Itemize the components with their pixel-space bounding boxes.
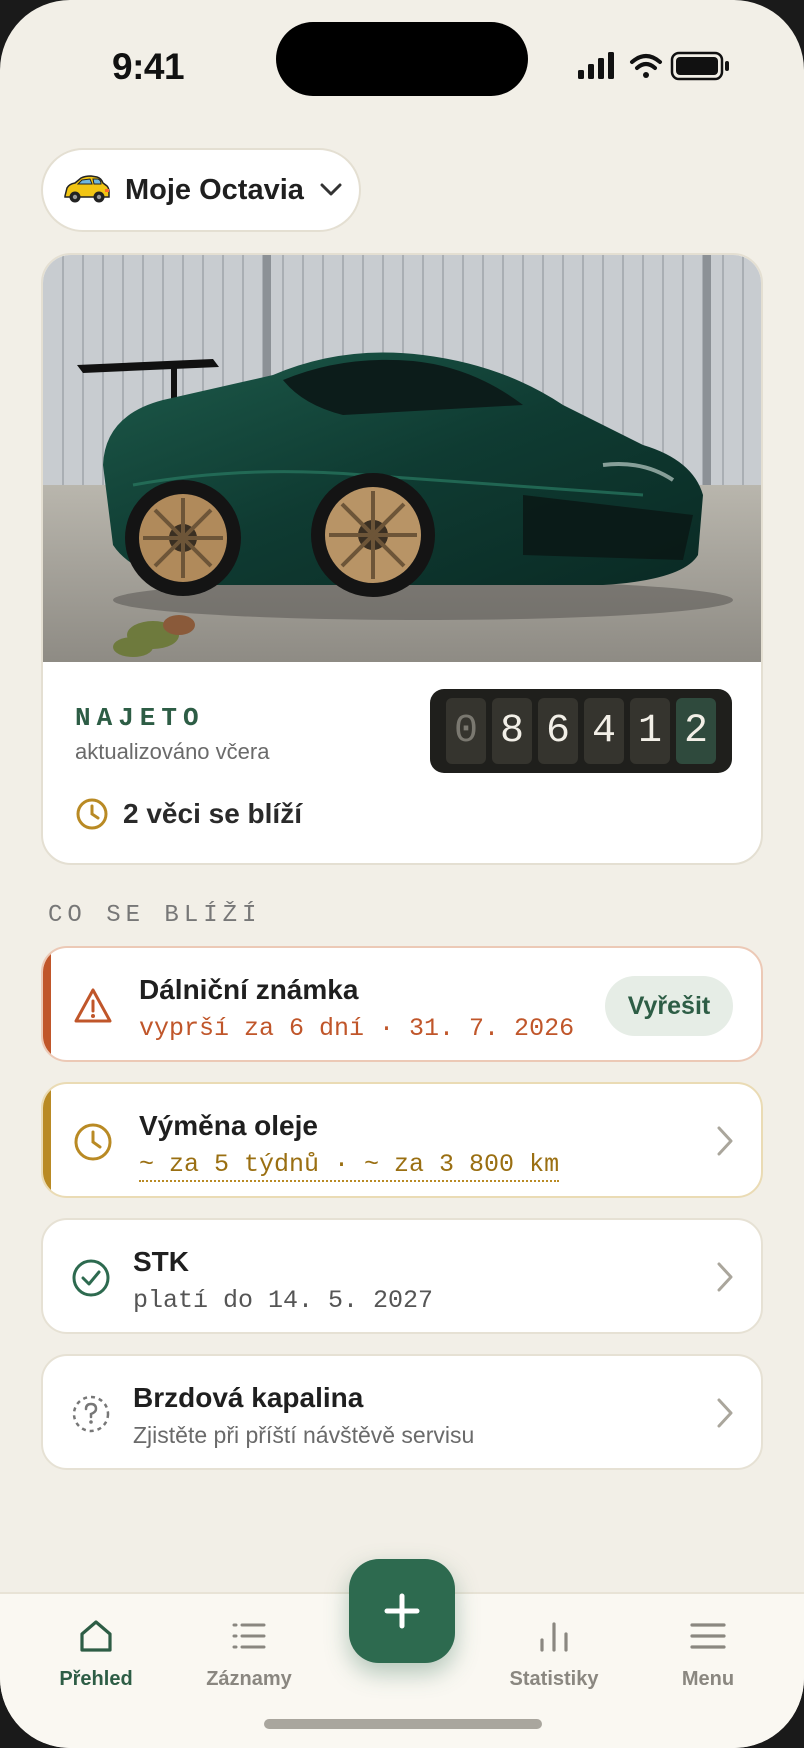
hamburger-icon	[690, 1623, 726, 1649]
tab-label: Statistiky	[509, 1668, 599, 1690]
plus-icon	[384, 1593, 420, 1629]
upcoming-count-text: 2 věci se blíží	[123, 798, 302, 829]
tab-label: Menu	[681, 1668, 735, 1690]
item-title: Brzdová kapalina	[133, 1382, 364, 1413]
odometer-digit: 6	[538, 698, 578, 764]
mileage-updated-text: aktualizováno včera	[75, 739, 270, 764]
status-time: 9:41	[112, 46, 185, 87]
item-subtitle: ~ za 5 týdnů · ~ za 3 800 km	[139, 1150, 560, 1182]
list-icon	[232, 1623, 266, 1649]
chevron-right-icon	[717, 1398, 733, 1428]
urgency-accent	[43, 1084, 51, 1196]
home-icon	[80, 1620, 112, 1652]
battery-icon	[670, 51, 729, 81]
odometer-digit: 0	[446, 698, 486, 764]
warning-icon	[74, 988, 112, 1023]
upcoming-count[interactable]: 2 věci se blíží	[75, 797, 302, 831]
car-photo	[43, 255, 761, 662]
urgency-accent	[43, 948, 51, 1060]
odometer: 0 8 6 4 1 2	[430, 689, 732, 773]
bar-chart-icon	[540, 1622, 568, 1652]
phone-screen: 9:41 Moje Octavia NAJETO aktualizováno v…	[0, 0, 804, 1748]
car-selector[interactable]: Moje Octavia	[41, 148, 361, 232]
item-title: Dálniční známka	[139, 974, 359, 1005]
tab-label: Záznamy	[206, 1668, 292, 1690]
item-title: STK	[133, 1246, 189, 1277]
odometer-digit: 8	[492, 698, 532, 764]
item-subtitle: platí do 14. 5. 2027	[133, 1286, 434, 1315]
mileage-label: NAJETO	[75, 703, 205, 733]
check-circle-icon	[72, 1259, 110, 1297]
status-icons	[578, 51, 729, 81]
question-circle-icon	[72, 1395, 110, 1433]
item-title: Výměna oleje	[139, 1110, 318, 1141]
tab-label: Přehled	[59, 1668, 133, 1690]
item-subtitle: vyprší za 6 dní · 31. 7. 2026	[139, 1014, 575, 1043]
add-record-button[interactable]	[349, 1559, 455, 1663]
list-item-highway-vignette[interactable]: Dálniční známka vyprší za 6 dní · 31. 7.…	[41, 946, 763, 1062]
odometer-digit: 1	[630, 698, 670, 764]
chevron-right-icon	[717, 1262, 733, 1292]
car-overview-card[interactable]: NAJETO aktualizováno včera 0 8 6 4 1 2 2…	[41, 253, 763, 865]
tab-statistics[interactable]: Statistiky	[494, 1616, 614, 1691]
list-item-stk[interactable]: STK platí do 14. 5. 2027	[41, 1218, 763, 1334]
section-title: CO SE BLÍŽÍ	[48, 902, 262, 929]
chevron-down-icon	[320, 183, 342, 196]
list-item-oil-change[interactable]: Výměna oleje ~ za 5 týdnů · ~ za 3 800 k…	[41, 1082, 763, 1198]
wifi-icon	[630, 54, 662, 78]
car-name: Moje Octavia	[125, 173, 304, 206]
tab-records[interactable]: Záznamy	[189, 1616, 309, 1691]
odometer-digit: 2	[676, 698, 716, 764]
dynamic-island	[276, 22, 528, 96]
car-emoji-icon	[64, 175, 110, 203]
clock-icon	[74, 1123, 112, 1161]
item-subtitle: Zjistěte při příští návštěvě servisu	[133, 1422, 475, 1448]
odometer-digit: 4	[584, 698, 624, 764]
list-item-brake-fluid[interactable]: Brzdová kapalina Zjistěte při příští náv…	[41, 1354, 763, 1470]
resolve-button[interactable]: Vyřešit	[605, 976, 733, 1036]
tab-overview[interactable]: Přehled	[36, 1616, 156, 1691]
home-indicator[interactable]	[264, 1719, 542, 1729]
clock-icon	[76, 798, 108, 830]
tab-menu[interactable]: Menu	[648, 1616, 768, 1691]
chevron-right-icon	[717, 1126, 733, 1156]
cellular-signal-icon	[578, 52, 614, 79]
